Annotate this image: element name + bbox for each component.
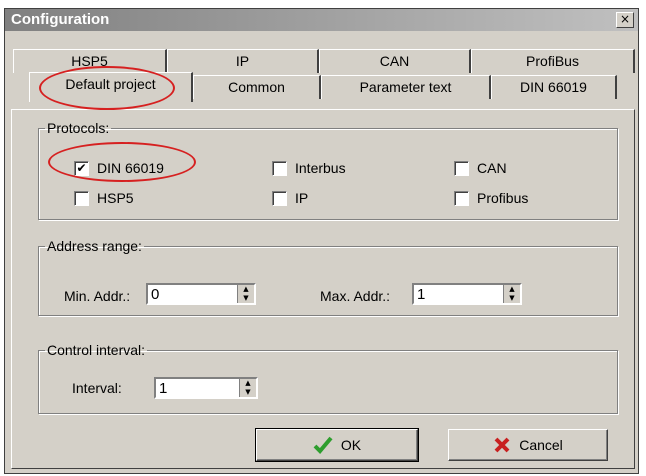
spinner-arrows-icon[interactable]: ▲ ▼ <box>237 285 254 303</box>
address-range-legend: Address range: <box>47 238 142 254</box>
max-addr-spinner[interactable]: 1 ▲ ▼ <box>412 283 522 305</box>
title-bar: Configuration × <box>5 9 638 31</box>
tab-din-66019[interactable]: DIN 66019 <box>491 75 617 99</box>
checkmark-icon: ✔ <box>74 160 89 176</box>
close-icon[interactable]: × <box>616 12 634 28</box>
interval-spinner[interactable]: 1 ▲ ▼ <box>154 377 258 399</box>
tab-default-project[interactable]: Default project <box>29 72 193 102</box>
checkbox-profibus[interactable]: Profibus <box>454 190 528 206</box>
checkbox-box <box>272 160 287 176</box>
tab-parameter-text[interactable]: Parameter text <box>321 75 491 99</box>
checkbox-box <box>74 190 89 206</box>
checkmark-icon <box>313 436 333 454</box>
ok-label: OK <box>340 437 362 453</box>
tab-can[interactable]: CAN <box>319 49 471 73</box>
min-addr-value: 0 <box>151 286 160 303</box>
checkbox-label: IP <box>295 190 309 206</box>
tab-panel: Protocols: ✔ DIN 66019 Interbus CAN HSP5… <box>11 109 635 469</box>
checkbox-box <box>272 190 287 206</box>
max-addr-label: Max. Addr.: <box>320 288 391 304</box>
min-addr-spinner[interactable]: 0 ▲ ▼ <box>146 283 256 305</box>
checkbox-label: CAN <box>477 160 507 176</box>
checkbox-box <box>454 190 469 206</box>
spinner-arrows-icon[interactable]: ▲ ▼ <box>503 285 520 303</box>
address-range-group: Address range: <box>38 238 618 316</box>
interval-label: Interval: <box>72 380 122 396</box>
checkbox-din-66019[interactable]: ✔ DIN 66019 <box>74 160 164 176</box>
configuration-dialog: Configuration × HSP5 IP CAN ProfiBus Def… <box>4 8 639 474</box>
cancel-label: Cancel <box>519 437 563 453</box>
checkbox-label: HSP5 <box>97 190 134 206</box>
checkbox-ip[interactable]: IP <box>272 190 308 206</box>
tab-hsp5[interactable]: HSP5 <box>13 49 167 73</box>
tab-profibus[interactable]: ProfiBus <box>471 49 635 73</box>
control-interval-group: Control interval: <box>38 342 618 414</box>
checkbox-box <box>454 160 469 176</box>
control-interval-legend: Control interval: <box>47 342 146 358</box>
tab-ip[interactable]: IP <box>167 49 319 73</box>
max-addr-value: 1 <box>417 286 426 303</box>
interval-value: 1 <box>159 380 168 397</box>
spinner-arrows-icon[interactable]: ▲ ▼ <box>239 379 256 397</box>
checkbox-can[interactable]: CAN <box>454 160 507 176</box>
cancel-button[interactable]: Cancel <box>448 429 608 461</box>
checkbox-label: DIN 66019 <box>97 160 164 176</box>
ok-button[interactable]: OK <box>255 428 419 462</box>
checkbox-label: Profibus <box>477 190 529 206</box>
checkbox-label: Interbus <box>295 160 346 176</box>
checkbox-hsp5[interactable]: HSP5 <box>74 190 134 206</box>
protocols-legend: Protocols: <box>47 120 110 136</box>
window-title: Configuration <box>11 11 110 28</box>
min-addr-label: Min. Addr.: <box>64 288 131 304</box>
tab-common[interactable]: Common <box>193 75 321 99</box>
x-icon <box>494 437 510 453</box>
checkbox-interbus[interactable]: Interbus <box>272 160 346 176</box>
